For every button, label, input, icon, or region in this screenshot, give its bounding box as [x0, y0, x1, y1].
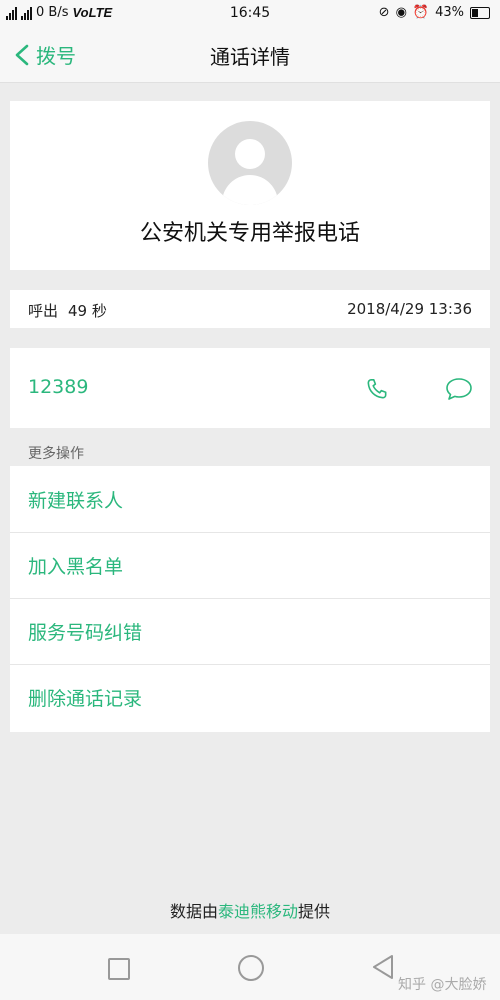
action-label: 服务号码纠错: [28, 622, 143, 644]
new-contact-button[interactable]: 新建联系人: [10, 466, 490, 533]
page-title: 通话详情: [210, 45, 290, 69]
status-right: ⊘ ◉ ⏰ 43%: [379, 5, 490, 20]
avatar: [208, 121, 292, 205]
call-info-row: 呼出 49 秒 2018/4/29 13:36: [10, 290, 490, 328]
contact-name: 公安机关专用举报电话: [139, 221, 360, 246]
recent-apps-icon[interactable]: [108, 958, 130, 980]
title-bar: 拨号 通话详情: [0, 26, 500, 83]
call-duration: 49 秒: [68, 302, 107, 320]
data-source-footer: 数据由泰迪熊移动提供: [0, 898, 500, 922]
call-datetime: 2018/4/29 13:36: [347, 300, 472, 318]
actions-list: 新建联系人 加入黑名单 服务号码纠错 删除通话记录: [10, 466, 490, 732]
action-label: 删除通话记录: [28, 688, 143, 710]
number-row[interactable]: 12389: [10, 348, 490, 428]
call-direction: 呼出: [28, 302, 59, 320]
more-actions-label: 更多操作: [28, 446, 84, 462]
back-triangle-icon[interactable]: [372, 954, 394, 980]
contact-card: 公安机关专用举报电话: [10, 101, 490, 270]
add-to-blacklist-button[interactable]: 加入黑名单: [10, 532, 490, 599]
phone-call-icon[interactable]: [364, 376, 390, 402]
alarm-icon: ⏰: [412, 5, 430, 20]
status-bar: 0 B/s VoLTE 16:45 ⊘ ◉ ⏰ 43%: [0, 0, 500, 26]
lock-rotation-icon: ◉: [395, 5, 407, 20]
phone-number[interactable]: 12389: [28, 376, 88, 398]
delete-call-record-button[interactable]: 删除通话记录: [10, 664, 490, 730]
footer-suffix: 提供: [298, 902, 331, 921]
home-icon[interactable]: [238, 955, 264, 981]
battery-percent: 43%: [435, 5, 464, 20]
provider-link[interactable]: 泰迪熊移动: [218, 902, 298, 921]
battery-icon: [470, 6, 490, 19]
watermark: 知乎 @大脸娇: [398, 977, 487, 993]
vibrate-off-icon: ⊘: [378, 5, 390, 20]
call-direction-group: 呼出 49 秒: [28, 300, 107, 321]
footer-prefix: 数据由: [169, 902, 218, 921]
message-icon[interactable]: [444, 376, 474, 402]
navigation-bar: 知乎 @大脸娇: [0, 934, 500, 1000]
action-label: 加入黑名单: [28, 556, 124, 578]
correct-service-number-button[interactable]: 服务号码纠错: [10, 598, 490, 665]
avatar-body: [222, 175, 278, 205]
action-label: 新建联系人: [28, 490, 124, 512]
avatar-head: [235, 139, 265, 169]
